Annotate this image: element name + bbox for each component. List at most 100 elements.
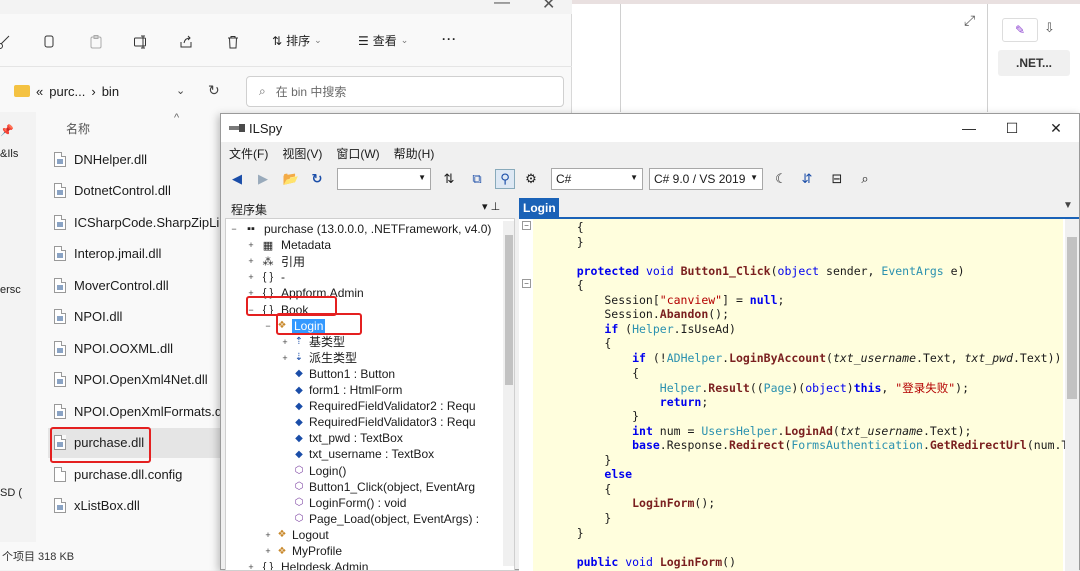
collapse-icon[interactable]: − bbox=[230, 224, 238, 234]
tree-node[interactable]: + ⇣ 派生类型 bbox=[281, 350, 357, 366]
tree-node[interactable]: + ⁂ 引用 bbox=[247, 253, 305, 269]
maximize-icon[interactable]: ☐ bbox=[992, 118, 1032, 138]
dropdown-arrow-icon: ▼ bbox=[418, 173, 426, 182]
file-row[interactable]: NPOI.OpenXmlFormats.dll bbox=[48, 396, 228, 426]
tree-node[interactable]: ⬡ Page_Load(object, EventArgs) : bbox=[281, 511, 479, 527]
close-icon[interactable]: ✕ bbox=[1036, 118, 1076, 138]
share-icon[interactable] bbox=[174, 30, 198, 54]
copy-icon[interactable] bbox=[37, 30, 61, 54]
tree-node[interactable]: ⬡ LoginForm() : void bbox=[281, 495, 407, 511]
code-view[interactable]: − − { } protected void Button1_Click(obj… bbox=[519, 219, 1079, 571]
expand-icon[interactable]: + bbox=[247, 272, 255, 282]
tab-login[interactable]: Login bbox=[519, 198, 559, 218]
more-options-button[interactable]: ··· bbox=[442, 32, 457, 46]
menu-view[interactable]: 视图(V) bbox=[282, 145, 322, 162]
collapse-all-icon[interactable]: ⧉ bbox=[467, 169, 487, 189]
tree-scrollbar-thumb[interactable] bbox=[505, 235, 513, 385]
column-header-name[interactable]: 名称 bbox=[66, 120, 90, 137]
code-token: } bbox=[549, 525, 584, 540]
tree-node[interactable]: + ⇡ 基类型 bbox=[281, 334, 345, 350]
edit-button[interactable]: ✎ bbox=[1002, 18, 1038, 42]
menu-window[interactable]: 窗口(W) bbox=[336, 145, 379, 162]
expand-icon[interactable]: + bbox=[247, 256, 255, 266]
show-all-icon[interactable]: ⚙ bbox=[521, 169, 541, 189]
search-icon[interactable]: ⌕ bbox=[855, 169, 875, 189]
fold-marker-icon[interactable]: − bbox=[522, 221, 531, 230]
tree-node[interactable]: ◆ form1 : HtmlForm bbox=[281, 382, 402, 398]
file-row[interactable]: xListBox.dll bbox=[48, 491, 228, 521]
minimize-icon[interactable]: — bbox=[494, 0, 510, 12]
sort-button[interactable]: ⇅ 排序 ⌄ bbox=[272, 32, 322, 49]
search-input[interactable]: ⌕ 在 bin 中搜索 bbox=[246, 76, 564, 107]
expand-icon[interactable]: ⤢ bbox=[964, 12, 975, 29]
refresh-icon[interactable]: ↻ bbox=[208, 82, 220, 99]
collapse-icon[interactable]: − bbox=[264, 321, 272, 331]
code-line: { bbox=[549, 278, 584, 293]
tree-node[interactable]: ◆ txt_username : TextBox bbox=[281, 446, 434, 462]
tree-node[interactable]: ⬡ Login() bbox=[281, 463, 347, 479]
delete-icon[interactable] bbox=[221, 30, 245, 54]
rename-icon[interactable] bbox=[129, 30, 153, 54]
breadcrumb-bin[interactable]: bin bbox=[102, 84, 119, 99]
tree-node[interactable]: + ❖ Logout bbox=[264, 527, 328, 543]
pane-options-icon[interactable]: ▾ ⊥ bbox=[482, 200, 500, 213]
file-row[interactable]: purchase.dll.config bbox=[48, 459, 228, 489]
file-row[interactable]: DotnetControl.dll bbox=[48, 176, 228, 206]
tree-node[interactable]: + ❖ MyProfile bbox=[264, 543, 342, 559]
navigation-pane[interactable]: 📌 &Ils ersc SD ( bbox=[0, 112, 36, 542]
net-button[interactable]: .NET... bbox=[998, 50, 1070, 76]
sort-assembly-icon[interactable]: ⇅ bbox=[439, 169, 459, 189]
tree-node[interactable]: − ▪▪ purchase (13.0.0.0, .NETFramework, v4… bbox=[230, 221, 491, 237]
nav-item[interactable]: ersc bbox=[0, 284, 21, 296]
file-row[interactable]: DNHelper.dll bbox=[48, 144, 228, 174]
expand-icon[interactable]: + bbox=[264, 546, 272, 556]
file-row[interactable]: NPOI.OOXML.dll bbox=[48, 333, 228, 363]
expand-icon[interactable]: + bbox=[281, 337, 289, 347]
sort-desc-icon[interactable]: ⇩ bbox=[1044, 20, 1055, 36]
file-row[interactable]: MoverControl.dll bbox=[48, 270, 228, 300]
nav-item[interactable]: &Ils bbox=[0, 148, 18, 160]
fold-marker-icon[interactable]: − bbox=[522, 279, 531, 288]
expand-icon[interactable]: + bbox=[264, 530, 272, 540]
nav-item[interactable]: SD ( bbox=[0, 487, 22, 499]
tree-node[interactable]: +{ } Helpdesk.Admin bbox=[247, 559, 368, 570]
version-combo[interactable]: C# 9.0 / VS 2019 ▼ bbox=[649, 168, 763, 190]
close-icon[interactable]: ✕ bbox=[542, 0, 555, 14]
language-combo[interactable]: C# ▼ bbox=[551, 168, 643, 190]
minimize-icon[interactable]: — bbox=[949, 118, 989, 138]
view-button[interactable]: ☰ 查看 ⌄ bbox=[358, 32, 408, 49]
address-bar[interactable]: « purc... › bin bbox=[14, 76, 234, 106]
back-icon[interactable]: ◀ bbox=[227, 169, 247, 189]
chevron-down-icon[interactable]: ⌄ bbox=[176, 84, 185, 97]
breadcrumb-purchase[interactable]: purc... bbox=[49, 84, 85, 99]
tab-list-icon[interactable]: ▼ bbox=[1063, 200, 1073, 211]
theme-moon-icon[interactable]: ☾ bbox=[771, 169, 791, 189]
code-scrollbar-thumb[interactable] bbox=[1067, 237, 1077, 399]
menu-help[interactable]: 帮助(H) bbox=[394, 145, 435, 162]
refresh-icon[interactable]: ↻ bbox=[307, 169, 327, 189]
file-row[interactable]: NPOI.OpenXml4Net.dll bbox=[48, 365, 228, 395]
menu-file[interactable]: 文件(F) bbox=[229, 145, 268, 162]
open-icon[interactable]: 📂 bbox=[281, 169, 301, 189]
cut-icon[interactable] bbox=[0, 30, 16, 54]
file-row[interactable]: NPOI.dll bbox=[48, 302, 228, 332]
tree-node[interactable]: ◆ RequiredFieldValidator3 : Requ bbox=[281, 414, 475, 430]
tree-node[interactable]: ◆ txt_pwd : TextBox bbox=[281, 430, 403, 446]
tree-node[interactable]: ◆ RequiredFieldValidator2 : Requ bbox=[281, 398, 475, 414]
tree-node[interactable]: + ▦ Metadata bbox=[247, 237, 331, 253]
show-public-icon[interactable]: ⚲ bbox=[495, 169, 515, 189]
paste-icon[interactable] bbox=[84, 30, 108, 54]
expand-icon[interactable]: + bbox=[247, 240, 255, 250]
file-row[interactable]: ICSharpCode.SharpZipLib.d bbox=[48, 207, 237, 237]
forward-icon[interactable]: ▶ bbox=[253, 169, 273, 189]
tree-node[interactable]: + { } - bbox=[247, 269, 285, 285]
expand-icon[interactable]: + bbox=[281, 353, 289, 363]
tree-node[interactable]: ⬡ Button1_Click(object, EventArg bbox=[281, 479, 475, 495]
assembly-tree[interactable]: − ▪▪ purchase (13.0.0.0, .NETFramework, v4… bbox=[225, 218, 515, 571]
file-row[interactable]: Interop.jmail.dll bbox=[48, 239, 228, 269]
manage-assemblies-icon[interactable]: ⊟ bbox=[827, 169, 847, 189]
assembly-list-combo[interactable]: ▼ bbox=[337, 168, 431, 190]
breadcrumb-overflow[interactable]: « bbox=[36, 84, 43, 99]
sort-az-icon[interactable]: ⇵ bbox=[797, 169, 817, 189]
tree-node[interactable]: ◆ Button1 : Button bbox=[281, 366, 395, 382]
